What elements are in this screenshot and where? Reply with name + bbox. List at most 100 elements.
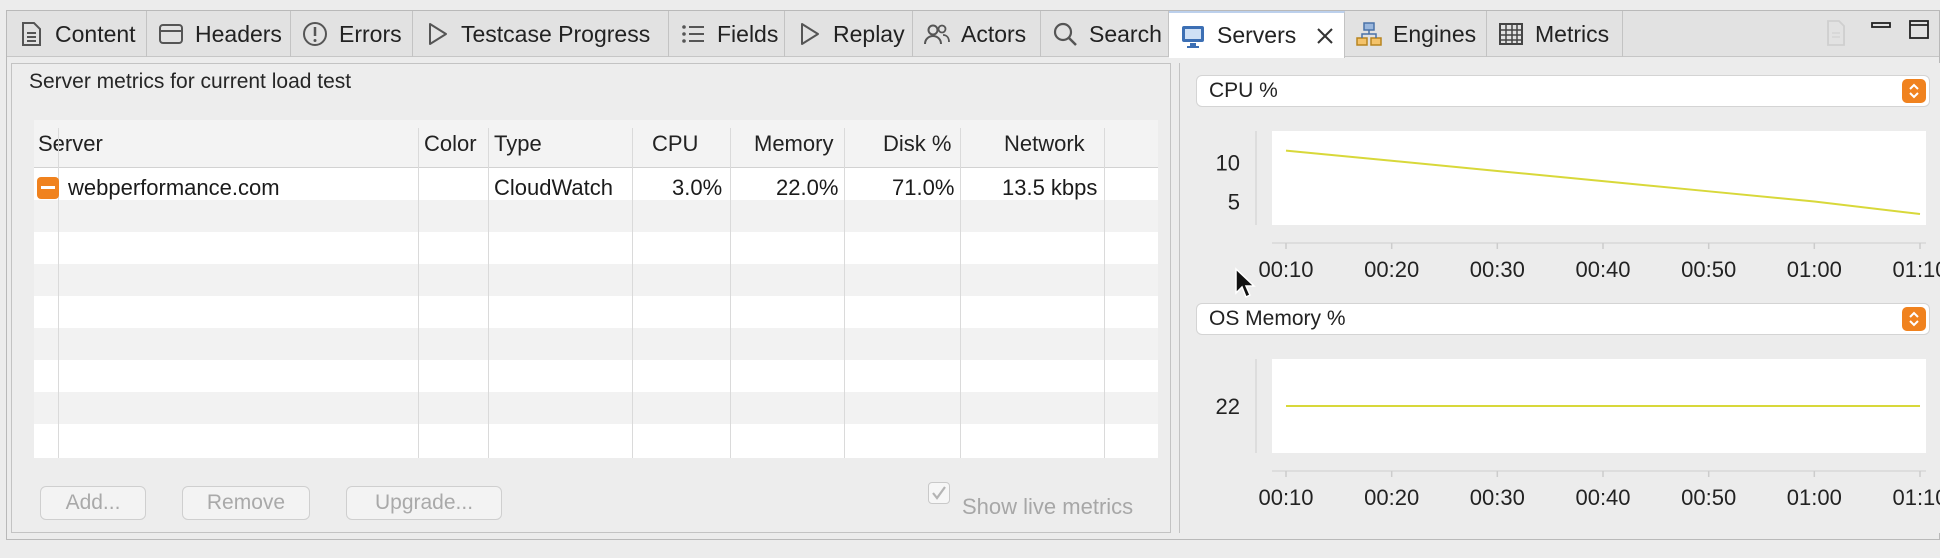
tab-bar: Content Headers Errors Testcase Progress… [7,11,1939,58]
engines-icon [1356,22,1382,46]
close-icon[interactable] [1314,25,1336,47]
tab-label: Fields [717,20,779,47]
tab-label: Search [1089,20,1162,47]
y-tick-label: 22 [1216,394,1240,419]
tab-content[interactable]: Content [7,11,147,57]
list-icon [682,25,704,43]
tab-fields[interactable]: Fields [669,11,785,57]
add-button[interactable]: Add... [40,486,146,520]
y-tick-label: 5 [1228,190,1240,215]
x-tick-label: 00:20 [1364,485,1419,509]
x-tick-label: 00:40 [1575,485,1630,509]
table-row [34,424,1158,456]
table-row [34,264,1158,296]
plot-area [1272,131,1926,225]
column-divider [488,128,489,458]
grid-icon [1499,23,1523,45]
column-divider [844,128,845,458]
tab-search[interactable]: Search [1041,11,1169,57]
dropdown-arrow-icon [1902,79,1926,103]
x-tick-label: 01:10 [1892,257,1940,281]
x-tick-label: 01:00 [1787,257,1842,281]
tab-label: Engines [1393,20,1477,47]
exclamation-icon [303,22,327,46]
view-menu-icon[interactable] [1823,17,1849,49]
play-icon [429,23,447,45]
cell-disk: 71.0% [892,175,955,200]
table-header: Server Color Type CPU Memory Disk % Netw… [34,120,1158,168]
x-tick-label: 00:50 [1681,257,1736,281]
cell-server: webperformance.com [68,175,280,200]
metric-select-bottom[interactable]: OS Memory % [1196,303,1930,335]
remove-button[interactable]: Remove [182,486,310,520]
tab-label: Headers [195,20,282,47]
upgrade-button[interactable]: Upgrade... [346,486,502,520]
column-divider [1104,128,1105,458]
tab-headers[interactable]: Headers [147,11,291,57]
tab-engines[interactable]: Engines [1345,11,1487,57]
column-header-color[interactable]: Color [424,120,477,168]
show-live-metrics-checkbox[interactable] [928,482,950,504]
x-tick-label: 01:00 [1787,485,1842,509]
dropdown-arrow-icon [1902,307,1926,331]
maximize-icon[interactable] [1907,17,1931,41]
show-live-metrics-label[interactable]: Show live metrics [962,494,1133,520]
mouse-cursor-icon [1235,267,1256,299]
users-icon [924,24,950,45]
row-status-icon [37,177,59,199]
charts-panel: CPU % 5 10 00:10 00:20 00:30 00:40 00:50 01:00 0… [1179,63,1940,533]
tab-replay[interactable]: Replay [785,11,913,57]
column-divider [730,128,731,458]
cell-cpu: 3.0% [672,175,723,200]
column-header-server[interactable]: Server [38,120,103,168]
table-row [34,328,1158,360]
column-header-disk[interactable]: Disk % [883,120,951,168]
column-divider [960,128,961,458]
play-icon [801,23,819,45]
tab-actors[interactable]: Actors [913,11,1041,57]
x-tick-label: 01:10 [1892,485,1940,509]
x-tick-label: 00:30 [1470,485,1525,509]
checkmark-icon [932,486,946,500]
table-row [34,392,1158,424]
column-divider [418,128,419,458]
tab-metrics[interactable]: Metrics [1487,11,1623,57]
x-tick-label: 00:40 [1575,257,1630,281]
window-icon [159,24,183,44]
column-divider [58,128,59,458]
tab-label: Actors [961,20,1027,47]
x-tick-label: 00:30 [1470,257,1525,281]
x-tick-label: 00:20 [1364,257,1419,281]
select-value: CPU % [1209,79,1278,102]
column-header-type[interactable]: Type [494,120,542,168]
document-icon [22,22,41,46]
search-icon [1053,22,1077,46]
column-header-network[interactable]: Network [1004,120,1085,168]
table-row [34,360,1158,392]
column-header-memory[interactable]: Memory [754,120,833,168]
tab-label: Metrics [1535,20,1610,47]
panel-title: Server metrics for current load test [29,70,352,93]
cell-network: 13.5 kbps [1002,175,1098,200]
cell-memory: 22.0% [776,175,839,200]
tab-label: Errors [339,20,402,47]
x-tick-label: 00:10 [1258,485,1313,509]
tab-servers[interactable]: Servers [1169,11,1345,58]
column-header-cpu[interactable]: CPU [652,120,698,168]
cpu-chart: 5 10 00:10 00:20 00:30 00:40 00:50 01:00 01:10 [1216,131,1940,281]
minimize-icon[interactable] [1869,17,1893,41]
cell-type: CloudWatch [494,175,614,200]
table-row [34,232,1158,264]
select-value: OS Memory % [1209,307,1346,330]
memory-chart: 22 00:10 00:20 00:30 00:40 00:50 01:00 01:10 [1216,359,1940,509]
table-row [34,296,1158,328]
server-metrics-panel: Server metrics for current load test Ser… [11,63,1171,533]
tab-label: Replay [833,20,905,47]
tab-testcase-progress[interactable]: Testcase Progress [413,11,669,57]
x-tick-label: 00:50 [1681,485,1736,509]
x-tick-label: 00:10 [1258,257,1313,281]
metric-select-top[interactable]: CPU % [1196,75,1930,107]
tab-label: Testcase Progress [461,20,651,47]
tab-errors[interactable]: Errors [291,11,413,57]
tab-label: Servers [1217,22,1297,48]
